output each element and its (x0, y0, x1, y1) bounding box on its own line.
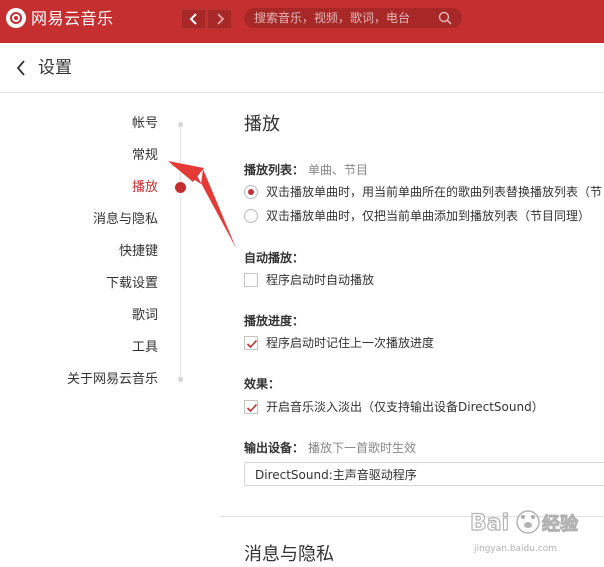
progress-label: 播放进度： (244, 314, 305, 328)
section-title-playback: 播放 (244, 114, 280, 135)
sidebar-item-shortcuts[interactable]: 快捷键 (119, 243, 158, 261)
output-hint: 播放下一首歌时生效 (308, 441, 417, 455)
radio-button[interactable] (244, 209, 258, 223)
history-forward-button[interactable] (207, 9, 232, 29)
checkbox-label: 开启音乐淡入淡出（仅支持输出设备DirectSound） (266, 400, 544, 414)
output-group-label: 输出设备： 播放下一首歌时生效 (244, 440, 416, 456)
svg-text:经验: 经验 (542, 513, 579, 535)
playlist-option-append[interactable]: 双击播放单曲时，仅把当前单曲添加到播放列表（节目同理） (244, 207, 590, 225)
effects-option[interactable]: 开启音乐淡入淡出（仅支持输出设备DirectSound） (244, 398, 544, 416)
sidebar-item-account[interactable]: 帐号 (132, 115, 158, 133)
netease-music-logo-icon[interactable] (6, 8, 26, 28)
sidebar-dot (178, 377, 183, 382)
playlist-option-replace[interactable]: 双击播放单曲时，用当前单曲所在的歌曲列表替换播放列表（节 (244, 183, 602, 201)
output-device-value: DirectSound:主声音驱动程序 (255, 468, 417, 482)
svg-text:Bai: Bai (470, 511, 509, 536)
checkbox-label: 程序启动时自动播放 (266, 273, 375, 287)
settings-header: 设置 (0, 43, 604, 93)
title-bar: 网易云音乐 搜索音乐，视频，歌词，电台 (0, 0, 604, 43)
sidebar-item-lyrics[interactable]: 歌词 (132, 307, 158, 325)
settings-sidebar: 帐号 常规 播放 消息与隐私 快捷键 下载设置 歌词 工具 关于网易云音乐 (0, 94, 220, 567)
sidebar-item-download-settings[interactable]: 下载设置 (106, 275, 158, 293)
output-label: 输出设备： (244, 441, 305, 455)
radio-button-checked[interactable] (244, 185, 258, 199)
radio-label: 双击播放单曲时，仅把当前单曲添加到播放列表（节目同理） (266, 209, 591, 223)
chevron-left-icon[interactable] (14, 58, 28, 78)
page-title: 设置 (38, 58, 72, 78)
checkbox-label: 程序启动时记住上一次播放进度 (266, 336, 435, 350)
output-device-select[interactable]: DirectSound:主声音驱动程序 (244, 462, 604, 486)
playlist-group-label: 播放列表： 单曲、节目 (244, 162, 368, 178)
chevron-right-icon (216, 13, 224, 25)
progress-option[interactable]: 程序启动时记住上一次播放进度 (244, 334, 434, 352)
baidu-jingyan-watermark: Bai 经验 jingyan.baidu.com (468, 500, 600, 564)
checkbox-checked[interactable] (244, 336, 258, 350)
autoplay-option[interactable]: 程序启动时自动播放 (244, 271, 374, 289)
radio-label: 双击播放单曲时，用当前单曲所在的歌曲列表替换播放列表（节 (266, 185, 603, 199)
baidu-paw-logo-icon: Bai 经验 (469, 510, 579, 537)
sidebar-item-messages-privacy[interactable]: 消息与隐私 (93, 211, 158, 229)
sidebar-item-general[interactable]: 常规 (132, 147, 158, 165)
search-placeholder: 搜索音乐，视频，歌词，电台 (254, 11, 411, 25)
checkbox-unchecked[interactable] (244, 273, 258, 287)
search-icon[interactable] (438, 11, 452, 25)
sidebar-item-tools[interactable]: 工具 (132, 339, 158, 357)
check-icon (246, 339, 258, 349)
search-input[interactable]: 搜索音乐，视频，歌词，电台 (244, 8, 462, 28)
playlist-label: 播放列表： (244, 163, 305, 177)
section-title-messages-privacy: 消息与隐私 (244, 544, 334, 565)
playlist-hint: 单曲、节目 (308, 163, 369, 177)
settings-content: 播放 播放列表： 单曲、节目 双击播放单曲时，用当前单曲所在的歌曲列表替换播放列表… (220, 94, 604, 567)
check-icon (246, 403, 258, 413)
sidebar-active-dot (175, 182, 186, 193)
sidebar-item-about[interactable]: 关于网易云音乐 (67, 371, 158, 389)
app-title: 网易云音乐 (31, 9, 114, 28)
sidebar-timeline (180, 124, 181, 380)
checkbox-checked[interactable] (244, 400, 258, 414)
autoplay-label: 自动播放： (244, 251, 305, 265)
effects-label: 效果： (244, 377, 281, 391)
history-back-button[interactable] (181, 9, 206, 29)
sidebar-item-playback[interactable]: 播放 (132, 179, 158, 197)
chevron-left-icon (189, 13, 197, 25)
sidebar-dot (178, 122, 183, 127)
watermark-url: jingyan.baidu.com (474, 544, 558, 554)
